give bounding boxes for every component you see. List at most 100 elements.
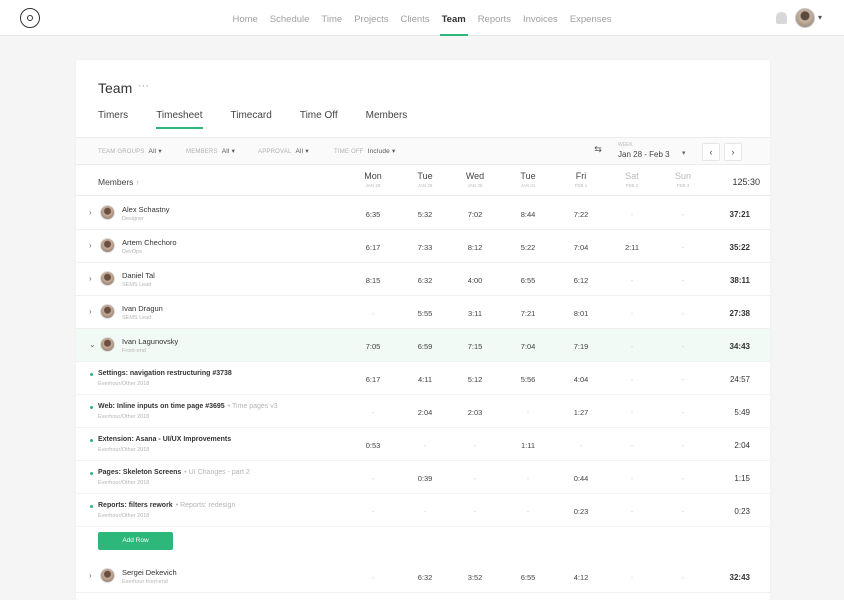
- time-cell[interactable]: 8:12: [455, 243, 495, 252]
- filter-time-off[interactable]: TIME OFF Include ▾: [334, 147, 395, 155]
- nav-item-invoices[interactable]: Invoices: [517, 0, 564, 36]
- time-cell[interactable]: 1:11: [508, 441, 548, 450]
- time-cell[interactable]: 7:21: [508, 309, 548, 318]
- member-row[interactable]: › Alex Schastny Designer 6:35 5:32 7:02 8:44 7:…: [76, 197, 770, 230]
- time-cell[interactable]: -: [663, 210, 703, 219]
- chevron-down-icon[interactable]: ▾: [818, 13, 822, 22]
- time-cell[interactable]: -: [405, 507, 445, 516]
- member-row[interactable]: › Artem Chechoro DevOps 6:17 7:33 8:12 5:22 7:0…: [76, 230, 770, 263]
- time-cell[interactable]: -: [612, 507, 652, 516]
- time-cell[interactable]: 7:02: [455, 210, 495, 219]
- time-cell[interactable]: -: [353, 474, 393, 483]
- time-cell[interactable]: 5:55: [405, 309, 445, 318]
- user-avatar[interactable]: [795, 8, 815, 28]
- time-cell[interactable]: 7:15: [455, 342, 495, 351]
- time-cell[interactable]: -: [612, 474, 652, 483]
- time-cell[interactable]: 5:56: [508, 375, 548, 384]
- time-cell[interactable]: 3:52: [455, 573, 495, 582]
- time-cell[interactable]: 7:22: [561, 210, 601, 219]
- time-cell[interactable]: 7:33: [405, 243, 445, 252]
- time-cell[interactable]: -: [508, 474, 548, 483]
- time-cell[interactable]: -: [612, 342, 652, 351]
- chevron-right-icon[interactable]: ›: [89, 571, 92, 580]
- time-cell[interactable]: -: [612, 276, 652, 285]
- calendar-settings-icon[interactable]: ⇆: [588, 144, 608, 160]
- nav-item-expenses[interactable]: Expenses: [564, 0, 618, 36]
- time-cell[interactable]: -: [663, 474, 703, 483]
- time-cell[interactable]: 7:19: [561, 342, 601, 351]
- time-cell[interactable]: 6:17: [353, 375, 393, 384]
- task-row[interactable]: Extension: Asana - UI/UX Improvements Eve…: [76, 428, 770, 461]
- time-cell[interactable]: 4:04: [561, 375, 601, 384]
- time-cell[interactable]: -: [663, 375, 703, 384]
- chevron-right-icon[interactable]: ›: [89, 241, 92, 250]
- task-row[interactable]: Pages: Skeleton Screens • UI Changes - pa…: [76, 461, 770, 494]
- time-cell[interactable]: -: [561, 441, 601, 450]
- time-cell[interactable]: 6:32: [405, 573, 445, 582]
- time-cell[interactable]: 2:04: [405, 408, 445, 417]
- time-cell[interactable]: -: [353, 573, 393, 582]
- time-cell[interactable]: -: [612, 573, 652, 582]
- task-row[interactable]: Settings: navigation restructuring #3738…: [76, 362, 770, 395]
- add-row-button[interactable]: Add Row: [98, 532, 173, 550]
- time-cell[interactable]: 6:17: [353, 243, 393, 252]
- time-cell[interactable]: 2:03: [455, 408, 495, 417]
- time-cell[interactable]: -: [455, 474, 495, 483]
- time-cell[interactable]: 8:44: [508, 210, 548, 219]
- time-cell[interactable]: -: [663, 342, 703, 351]
- nav-item-clients[interactable]: Clients: [395, 0, 436, 36]
- time-cell[interactable]: 6:55: [508, 573, 548, 582]
- time-cell[interactable]: 7:05: [353, 342, 393, 351]
- member-row[interactable]: › Sergei Dekevich Everhour front-end - 6:32 3…: [76, 560, 770, 593]
- time-cell[interactable]: 4:12: [561, 573, 601, 582]
- time-cell[interactable]: -: [405, 441, 445, 450]
- time-cell[interactable]: 0:23: [561, 507, 601, 516]
- time-cell[interactable]: 4:11: [405, 375, 445, 384]
- time-cell[interactable]: -: [663, 441, 703, 450]
- more-options-icon[interactable]: ···: [138, 80, 149, 92]
- time-cell[interactable]: -: [663, 507, 703, 516]
- task-row[interactable]: Reports: filters rework • Reports: redesi…: [76, 494, 770, 527]
- time-cell[interactable]: 6:59: [405, 342, 445, 351]
- date-range-picker[interactable]: WEEK Jan 28 - Feb 3 ▾: [614, 141, 694, 163]
- filter-team-groups[interactable]: TEAM GROUPS All ▾: [98, 147, 162, 155]
- time-cell[interactable]: -: [663, 243, 703, 252]
- member-row[interactable]: › Ivan Dragun SEMS Lead - 5:55 3:11 7:21 8:01 - -…: [76, 296, 770, 329]
- previous-week-button[interactable]: ‹: [702, 143, 720, 161]
- tab-timecard[interactable]: Timecard: [231, 110, 272, 129]
- next-week-button[interactable]: ›: [724, 143, 742, 161]
- time-cell[interactable]: -: [612, 441, 652, 450]
- chevron-right-icon[interactable]: ›: [89, 208, 92, 217]
- time-cell[interactable]: 5:22: [508, 243, 548, 252]
- nav-item-home[interactable]: Home: [226, 0, 263, 36]
- tab-timers[interactable]: Timers: [98, 110, 128, 129]
- time-cell[interactable]: -: [663, 309, 703, 318]
- time-cell[interactable]: -: [508, 408, 548, 417]
- time-cell[interactable]: -: [353, 408, 393, 417]
- member-row[interactable]: ⌄ Ivan Lagunovsky Front-end 7:05 6:59 7:15 7:0…: [76, 329, 770, 362]
- time-cell[interactable]: 1:27: [561, 408, 601, 417]
- time-cell[interactable]: 6:32: [405, 276, 445, 285]
- time-cell[interactable]: 5:32: [405, 210, 445, 219]
- time-cell[interactable]: 0:39: [405, 474, 445, 483]
- notifications-icon[interactable]: [776, 12, 787, 24]
- time-cell[interactable]: -: [612, 210, 652, 219]
- time-cell[interactable]: 7:04: [508, 342, 548, 351]
- time-cell[interactable]: -: [353, 309, 393, 318]
- time-cell[interactable]: 0:44: [561, 474, 601, 483]
- tab-members[interactable]: Members: [366, 110, 408, 129]
- time-cell[interactable]: -: [508, 507, 548, 516]
- time-cell[interactable]: 6:35: [353, 210, 393, 219]
- time-cell[interactable]: 5:12: [455, 375, 495, 384]
- time-cell[interactable]: 6:55: [508, 276, 548, 285]
- time-cell[interactable]: 8:15: [353, 276, 393, 285]
- time-cell[interactable]: -: [612, 375, 652, 384]
- time-cell[interactable]: 8:01: [561, 309, 601, 318]
- time-cell[interactable]: 7:04: [561, 243, 601, 252]
- tab-time-off[interactable]: Time Off: [300, 110, 338, 129]
- time-cell[interactable]: -: [612, 309, 652, 318]
- time-cell[interactable]: -: [353, 507, 393, 516]
- nav-item-team[interactable]: Team: [436, 0, 472, 36]
- chevron-down-icon[interactable]: ⌄: [89, 340, 96, 349]
- task-row[interactable]: Web: Inline inputs on time page #3695 • T…: [76, 395, 770, 428]
